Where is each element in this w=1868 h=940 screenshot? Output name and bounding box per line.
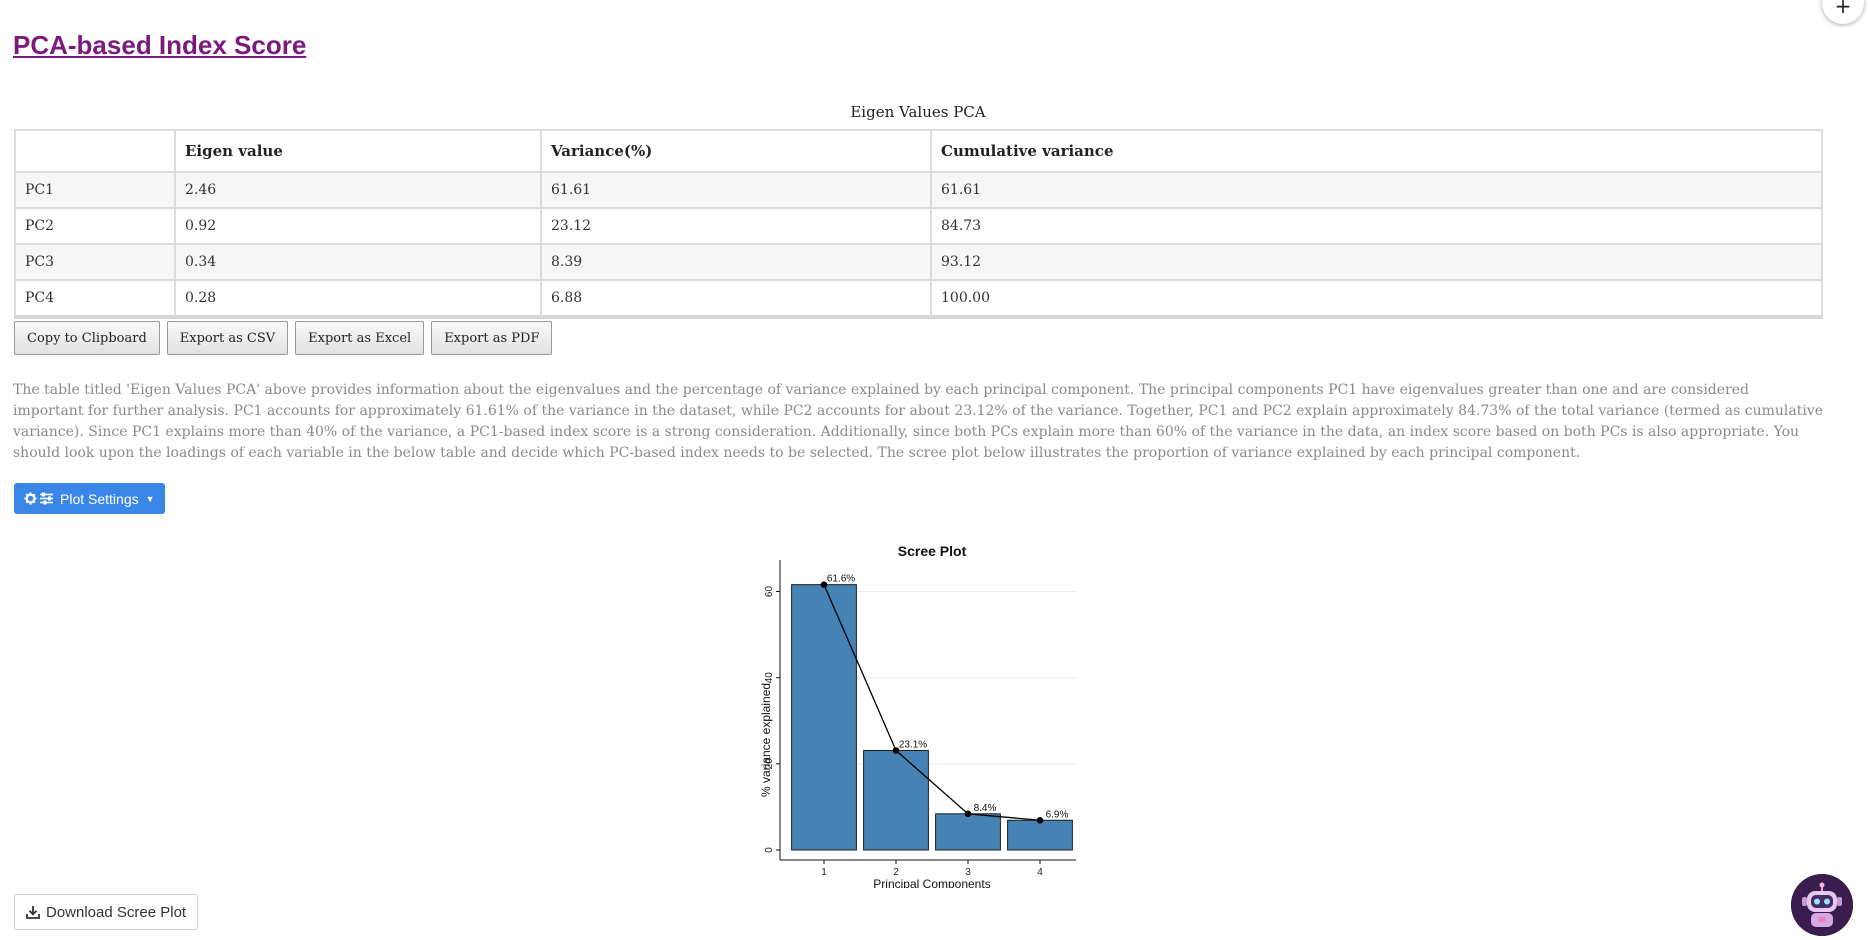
download-label: Download Scree Plot (46, 903, 187, 921)
table-cell: 8.39 (540, 243, 932, 281)
export-csv-button[interactable]: Export as CSV (166, 321, 289, 355)
bar (791, 584, 857, 851)
chatbot-button[interactable] (1791, 874, 1853, 936)
table-cell: PC1 (14, 171, 176, 209)
table-cell: 61.61 (930, 171, 1823, 209)
data-label: 61.6% (827, 574, 855, 585)
table-cell: 0.28 (174, 279, 542, 319)
x-tick-label: 1 (821, 867, 827, 878)
table-header-row: Eigen value Variance(%) Cumulative varia… (14, 129, 1823, 173)
table-cell: PC4 (14, 279, 176, 319)
export-excel-button[interactable]: Export as Excel (295, 321, 425, 355)
table-cell: 100.00 (930, 279, 1823, 319)
data-point (1036, 816, 1044, 824)
description-text: The table titled 'Eigen Values PCA' abov… (13, 382, 1824, 461)
plot-settings-label: Plot Settings (60, 490, 139, 507)
table-cell: 2.46 (174, 171, 542, 209)
table-cell: 84.73 (930, 207, 1823, 245)
data-label: 23.1% (899, 739, 927, 750)
data-label: 8.4% (974, 803, 997, 814)
bar (935, 813, 1001, 851)
y-tick-label: 40 (764, 672, 775, 684)
scree-plot: Scree Plot61.6%23.1%8.4%6.9%02040601 2 3 4P… (759, 543, 1076, 888)
plot-settings-button[interactable]: Plot Settings ▼ (14, 483, 165, 514)
download-scree-plot-button[interactable]: Download Scree Plot (14, 894, 199, 930)
table-cell: 23.12 (540, 207, 932, 245)
bar (863, 749, 929, 851)
caret-down-icon: ▼ (145, 493, 155, 504)
plus-icon: + (1834, 0, 1852, 18)
table-cell: 0.34 (174, 243, 542, 281)
data-point (964, 810, 972, 818)
download-icon (26, 906, 40, 919)
chart-title: Scree Plot (898, 543, 967, 559)
page-title: PCA-based Index Score (13, 30, 307, 60)
column-header: Cumulative variance (930, 129, 1823, 173)
column-header: Eigen value (174, 129, 542, 173)
x-tick-label: 4 (1037, 867, 1043, 878)
y-tick-label: 0 (764, 847, 775, 853)
column-header: Variance(%) (540, 129, 932, 173)
table-cell: 61.61 (540, 171, 932, 209)
table-caption: Eigen Values PCA (850, 103, 986, 121)
table-cell: 0.92 (174, 207, 542, 245)
export-buttons: Copy to Clipboard Export as CSV Export a… (14, 321, 553, 355)
table-row: PC4 0.28 6.88 100.00 (14, 279, 1823, 319)
robot-icon (1791, 874, 1853, 936)
table-cell: 6.88 (540, 279, 932, 319)
bar (1007, 819, 1073, 851)
y-tick-label: 60 (764, 586, 775, 598)
column-header (14, 129, 176, 173)
plus-button[interactable]: + (1822, 0, 1864, 24)
table-row: PC2 0.92 23.12 84.73 (14, 207, 1823, 245)
eigen-values-table: Eigen value Variance(%) Cumulative varia… (14, 129, 1823, 319)
table-row: PC3 0.34 8.39 93.12 (14, 243, 1823, 281)
export-pdf-button[interactable]: Export as PDF (431, 321, 553, 355)
table-row: PC1 2.46 61.61 61.61 (14, 171, 1823, 209)
copy-to-clipboard-button[interactable]: Copy to Clipboard (14, 321, 160, 355)
gear-icon (24, 492, 37, 505)
table-cell: PC2 (14, 207, 176, 245)
sliders-icon (40, 492, 53, 505)
table-cell: PC3 (14, 243, 176, 281)
x-axis-label: Principal Components (873, 877, 990, 888)
data-label: 6.9% (1046, 809, 1069, 820)
y-axis-label: % variance explained (759, 683, 773, 797)
table-cell: 93.12 (930, 243, 1823, 281)
